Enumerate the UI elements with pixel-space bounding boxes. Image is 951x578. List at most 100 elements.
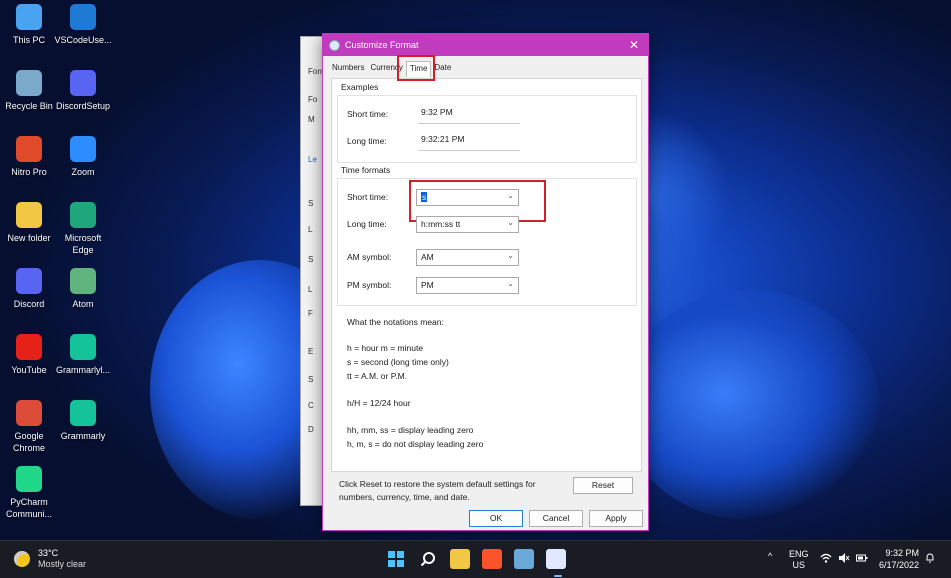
chevron-down-icon[interactable]: ⌄ [507,279,514,288]
notations-heading: What the notations mean: [347,317,444,327]
notation-line: h, m, s = do not display leading zero [347,439,484,449]
file-explorer-icon[interactable] [450,549,470,569]
notation-line: h/H = 12/24 hour [347,398,411,408]
discord-icon [70,70,96,96]
desktop-icon-label: YouTube [11,365,47,375]
bg-fragment: S [308,375,314,384]
system-clock[interactable]: 9:32 PM 6/17/2022 [879,547,919,571]
search-icon[interactable] [418,549,438,569]
desktop-icon-label: DiscordSetup [55,101,111,111]
active-app-indicator [554,575,562,577]
desktop-icon[interactable]: Nitro Pro [0,136,58,178]
desktop-icon[interactable]: DiscordSetup [54,70,112,112]
cancel-button[interactable]: Cancel [529,510,583,527]
example-long-value: 9:32:21 PM [418,134,520,151]
bg-fragment: E [308,347,314,356]
apply-button[interactable]: Apply [589,510,643,527]
wifi-icon[interactable] [820,553,832,565]
bg-fragment: S [308,255,314,264]
taskbar: 33°C Mostly clear ^ ENG US 9:32 PM 6/17/… [0,540,951,578]
bg-fragment: Fo [308,95,318,104]
desktop-icon-label: Nitro Pro [11,167,47,177]
folder-icon [16,202,42,228]
weather-temp: 33°C [38,548,59,558]
desktop-icon[interactable]: Google Chrome [0,400,58,454]
close-icon[interactable]: ✕ [620,38,648,52]
notation-line: s = second (long time only) [347,357,449,367]
region-settings-icon[interactable] [546,549,566,569]
pycharm-icon [16,466,42,492]
example-short-value: 9:32 PM [418,107,520,124]
desktop-icon-label: VSCodeUse... [54,35,112,45]
desktop-icon[interactable]: Atom [54,268,112,310]
desktop-icon-label: PyCharm Communi... [5,497,52,519]
am-symbol-label: AM symbol: [347,252,392,262]
examples-heading: Examples [341,82,379,92]
desktop-icon-label: New folder [7,233,51,243]
chevron-up-icon[interactable]: ^ [768,551,772,561]
desktop-icon[interactable]: This PC [0,4,58,46]
start-icon[interactable] [386,549,406,569]
desktop-icon[interactable]: Discord [0,268,58,310]
desktop-icon-label: Atom [72,299,94,309]
tab-numbers[interactable]: Numbers [329,61,367,77]
reset-description: Click Reset to restore the system defaul… [339,479,536,502]
language-indicator[interactable]: ENG US [789,549,809,571]
lang-code: ENG [789,549,809,559]
control-panel-icon[interactable] [514,549,534,569]
volume-muted-icon[interactable] [838,553,850,565]
bg-fragment: Le [308,155,317,164]
clock-date: 6/17/2022 [878,560,919,570]
desktop-icon[interactable]: Recycle Bin [0,70,58,112]
dialog-title: Customize Format [345,40,419,50]
desktop-icon-label: Discord [13,299,45,309]
examples-group [337,95,637,163]
desktop-icon-label: This PC [12,35,45,45]
desktop-icon-label: Grammarlyl... [56,365,110,375]
bg-fragment: L [308,225,313,234]
region-code: US [792,560,806,570]
chrome-icon [16,400,42,426]
bg-fragment: S [308,199,314,208]
edge-icon [70,202,96,228]
desktop-icon[interactable]: Grammarly [54,400,112,442]
desktop-icon[interactable]: PyCharm Communi... [0,466,58,520]
dialog-titlebar[interactable]: Customize Format ✕ [323,34,648,56]
desktop-icon[interactable]: VSCodeUse... [54,4,112,46]
pm-symbol-combo[interactable]: PM ⌄ [416,277,519,294]
desktop-icon[interactable]: Zoom [54,136,112,178]
desktop-icon[interactable]: YouTube [0,334,58,376]
desktop-icon-label: Google Chrome [12,431,45,453]
chevron-down-icon[interactable]: ⌄ [507,251,514,260]
desktop-icon[interactable]: Microsoft Edge [54,202,112,256]
notifications-icon[interactable] [925,553,935,565]
youtube-icon [16,334,42,360]
desktop-icon-label: Grammarly [60,431,106,441]
pm-symbol-label: PM symbol: [347,280,392,290]
short-time-label: Short time: [347,192,389,202]
example-short-label: Short time: [347,109,389,119]
long-time-value: h:mm:ss tt [421,219,461,229]
battery-icon[interactable] [856,553,868,565]
weather-desc: Mostly clear [38,559,87,569]
desktop-icon[interactable]: New folder [0,202,58,244]
desktop-icon-label: Recycle Bin [5,101,53,111]
vscode-icon [70,4,96,30]
discord-icon [16,268,42,294]
pm-symbol-value: PM [421,280,434,290]
long-time-combo[interactable]: h:mm:ss tt ⌄ [416,216,519,233]
brave-icon[interactable] [482,549,502,569]
notation-line: tt = A.M. or P.M. [347,371,408,381]
desktop-icon[interactable]: Grammarlyl... [54,334,112,376]
weather-widget[interactable]: 33°C Mostly clear [14,548,86,570]
reset-button[interactable]: Reset [573,477,633,494]
ok-button[interactable]: OK [469,510,523,527]
atom-icon [70,268,96,294]
time-tab-panel: Examples Short time: 9:32 PM Long time: … [331,78,642,472]
wallpaper-bloom [620,290,880,520]
nitro-icon [16,136,42,162]
chevron-down-icon[interactable]: ⌄ [507,218,514,227]
am-symbol-combo[interactable]: AM ⌄ [416,249,519,266]
customize-format-dialog: Customize Format ✕ Numbers Currency Time… [322,33,649,531]
app-icon [329,39,340,51]
